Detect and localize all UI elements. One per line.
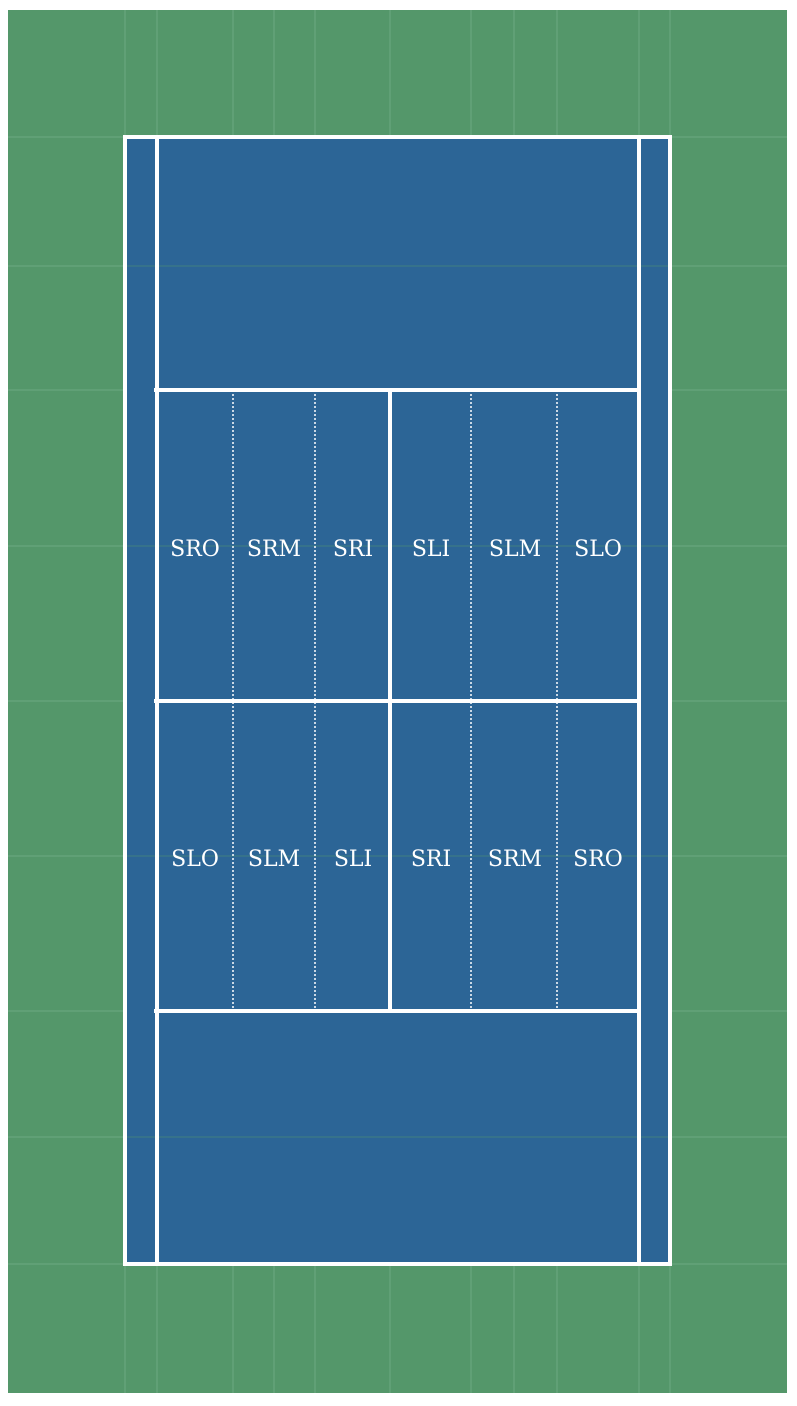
- zone-label: SRO: [573, 847, 623, 872]
- zone-label: SLI: [334, 847, 372, 872]
- zone-label: SRI: [411, 847, 451, 872]
- zone-label: SLO: [574, 537, 622, 562]
- zone-label: SLM: [248, 847, 300, 872]
- zone-label: SLI: [412, 537, 450, 562]
- zone-label: SLO: [171, 847, 219, 872]
- zone-label: SRM: [247, 537, 301, 562]
- zone-label: SLM: [489, 537, 541, 562]
- tennis-court-diagram: SRO SRM SRI SLI SLM SLO SLO SLM SLI SRI …: [0, 0, 797, 1406]
- zone-label: SRO: [170, 537, 220, 562]
- zone-label: SRI: [333, 537, 373, 562]
- zone-label: SRM: [488, 847, 542, 872]
